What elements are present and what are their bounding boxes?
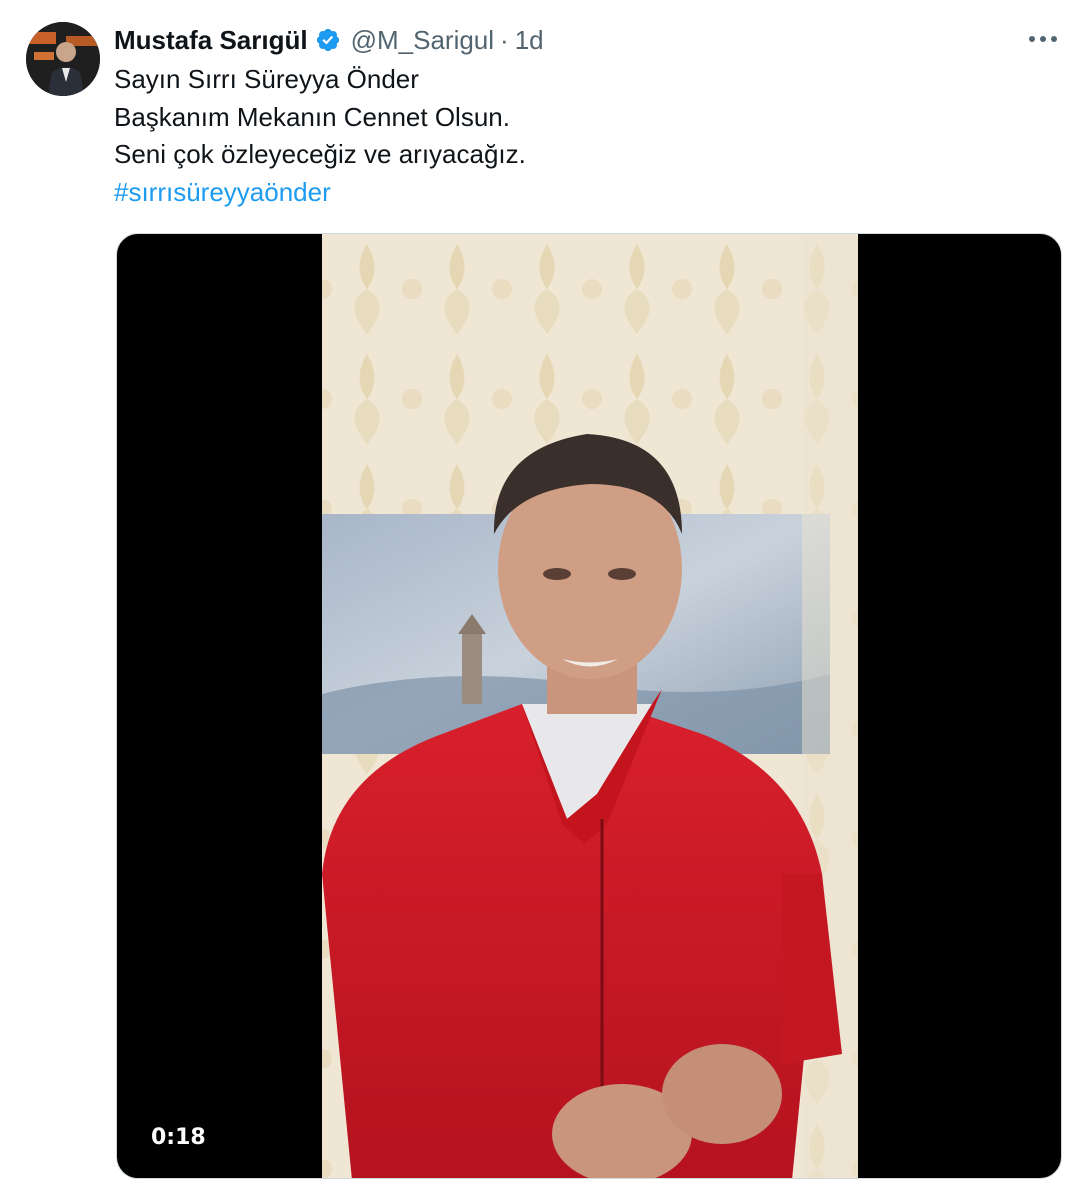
verified-badge-icon	[315, 27, 341, 53]
video-frame	[322, 234, 858, 1178]
tweet-header: Mustafa Sarıgül @M_Sarigul · 1d	[114, 22, 544, 58]
tweet-text: Sayın Sırrı Süreyya Önder Başkanım Mekan…	[114, 61, 526, 211]
tweet[interactable]: Mustafa Sarıgül @M_Sarigul · 1d Sayın Sı…	[0, 0, 1080, 1191]
avatar[interactable]	[26, 22, 100, 96]
tweet-text-line: Seni çok özleyeceğiz ve arıyacağız.	[114, 139, 526, 169]
hashtag-link[interactable]: #sırrısüreyyaönder	[114, 174, 526, 212]
separator-dot: ·	[500, 24, 509, 55]
video-player[interactable]: 0:18	[116, 233, 1062, 1179]
more-dots-icon[interactable]	[1026, 26, 1060, 52]
tweet-text-line: Başkanım Mekanın Cennet Olsun.	[114, 101, 510, 132]
author-handle[interactable]: @M_Sarigul	[351, 25, 494, 56]
tweet-text-line: Sayın Sırrı Süreyya Önder	[114, 64, 419, 94]
author-display-name[interactable]: Mustafa Sarıgül	[114, 25, 308, 56]
tweet-time[interactable]: 1d	[515, 25, 544, 56]
video-duration: 0:18	[143, 1123, 214, 1152]
